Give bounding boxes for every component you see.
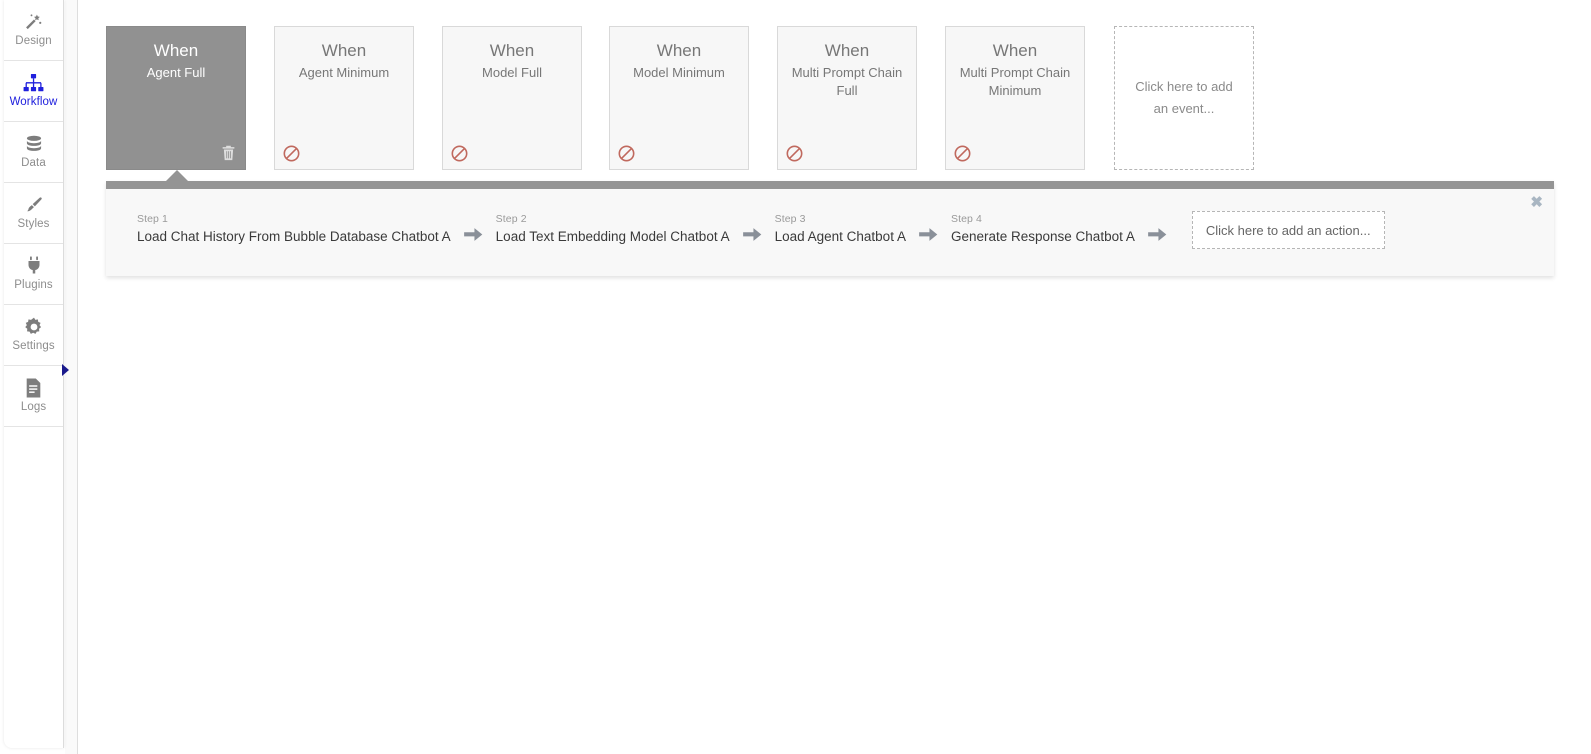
event-when-label: When xyxy=(489,41,535,60)
step-item-4[interactable]: Step 4 Generate Response Chatbot A xyxy=(951,209,1135,245)
sidebar-item-label: Styles xyxy=(17,218,50,230)
event-card-multi-prompt-chain-minimum[interactable]: When Multi Prompt Chain Minimum xyxy=(945,26,1085,170)
event-name: Model Full xyxy=(482,65,542,80)
step-title: Load Chat History From Bubble Database C… xyxy=(137,228,451,244)
step-title: Load Agent Chatbot A xyxy=(774,228,906,244)
left-sidebar: Design Workflow Data Styles Plugins Sett… xyxy=(4,0,64,748)
event-name: Agent Minimum xyxy=(298,65,390,80)
sidebar-divider-track xyxy=(65,0,78,754)
sidebar-item-label: Design xyxy=(15,35,52,47)
brush-icon xyxy=(24,195,44,215)
workflow-editor-app: Design Workflow Data Styles Plugins Sett… xyxy=(0,0,1591,754)
workflow-steps-panel: ✖ Step 1 Load Chat History From Bubble D… xyxy=(106,181,1554,276)
disabled-icon xyxy=(451,145,468,162)
workflow-icon xyxy=(23,73,44,93)
arrow-right-icon xyxy=(1147,227,1167,242)
disabled-icon xyxy=(283,145,300,162)
event-name: Multi Prompt Chain Full xyxy=(791,65,903,98)
disabled-icon xyxy=(786,145,803,162)
event-when-label: When xyxy=(321,41,367,60)
sidebar-item-label: Data xyxy=(21,157,46,169)
event-name: Agent Full xyxy=(146,65,206,80)
event-card-agent-full[interactable]: When Agent Full xyxy=(106,26,246,170)
add-action-label: Click here to add an action... xyxy=(1205,222,1371,238)
step-number: Step 2 xyxy=(495,212,527,225)
sidebar-item-styles[interactable]: Styles xyxy=(4,183,63,244)
event-name: Multi Prompt Chain Minimum xyxy=(959,65,1071,98)
steps-flow: Step 1 Load Chat History From Bubble Dat… xyxy=(137,204,1385,249)
event-card-multi-prompt-chain-full[interactable]: When Multi Prompt Chain Full xyxy=(777,26,917,170)
disabled-icon xyxy=(618,145,635,162)
event-card-model-minimum[interactable]: When Model Minimum xyxy=(609,26,749,170)
step-title: Load Text Embedding Model Chatbot A xyxy=(495,228,730,244)
sidebar-item-label: Workflow xyxy=(9,95,58,108)
caret-right-icon[interactable] xyxy=(62,364,69,376)
arrow-right-icon xyxy=(919,227,938,242)
arrow-right-icon xyxy=(463,227,483,242)
panel-pointer-triangle xyxy=(166,170,188,181)
sidebar-item-label: Plugins xyxy=(14,279,53,291)
event-when-label: When xyxy=(992,41,1038,60)
sidebar-item-plugins[interactable]: Plugins xyxy=(4,244,63,305)
document-icon xyxy=(25,378,42,398)
add-action-placeholder[interactable]: Click here to add an action... xyxy=(1191,211,1385,249)
database-icon xyxy=(24,134,44,154)
sidebar-item-design[interactable]: Design xyxy=(4,0,63,61)
step-number: Step 1 xyxy=(137,212,168,225)
sidebar-item-data[interactable]: Data xyxy=(4,122,63,183)
step-number: Step 4 xyxy=(950,212,982,225)
event-card-model-full[interactable]: When Model Full xyxy=(442,26,582,170)
gear-icon xyxy=(24,317,44,337)
disabled-icon xyxy=(954,145,971,162)
step-item-1[interactable]: Step 1 Load Chat History From Bubble Dat… xyxy=(137,209,451,245)
event-card-agent-minimum[interactable]: When Agent Minimum xyxy=(274,26,414,170)
step-title: Generate Response Chatbot A xyxy=(950,228,1135,244)
plug-icon xyxy=(25,256,43,276)
add-event-placeholder[interactable]: Click here to add an event... xyxy=(1114,26,1254,170)
step-number: Step 3 xyxy=(774,212,806,225)
event-when-label: When xyxy=(153,41,199,60)
panel-drag-bar[interactable] xyxy=(106,181,1554,189)
sidebar-item-logs[interactable]: Logs xyxy=(4,366,63,427)
event-when-label: When xyxy=(824,41,870,60)
step-item-2[interactable]: Step 2 Load Text Embedding Model Chatbot… xyxy=(496,209,730,245)
sidebar-item-label: Settings xyxy=(12,340,55,352)
event-name: Model Minimum xyxy=(633,65,725,80)
wand-icon xyxy=(24,12,44,32)
add-event-label: Click here to add an event... xyxy=(1135,79,1233,116)
trash-icon[interactable] xyxy=(221,145,237,162)
close-icon[interactable]: ✖ xyxy=(1530,195,1543,210)
arrow-right-icon xyxy=(742,227,762,242)
sidebar-item-settings[interactable]: Settings xyxy=(4,305,63,366)
step-item-3[interactable]: Step 3 Load Agent Chatbot A xyxy=(775,209,906,245)
sidebar-item-workflow[interactable]: Workflow xyxy=(4,61,63,122)
event-when-label: When xyxy=(656,41,702,60)
sidebar-item-label: Logs xyxy=(20,401,47,413)
